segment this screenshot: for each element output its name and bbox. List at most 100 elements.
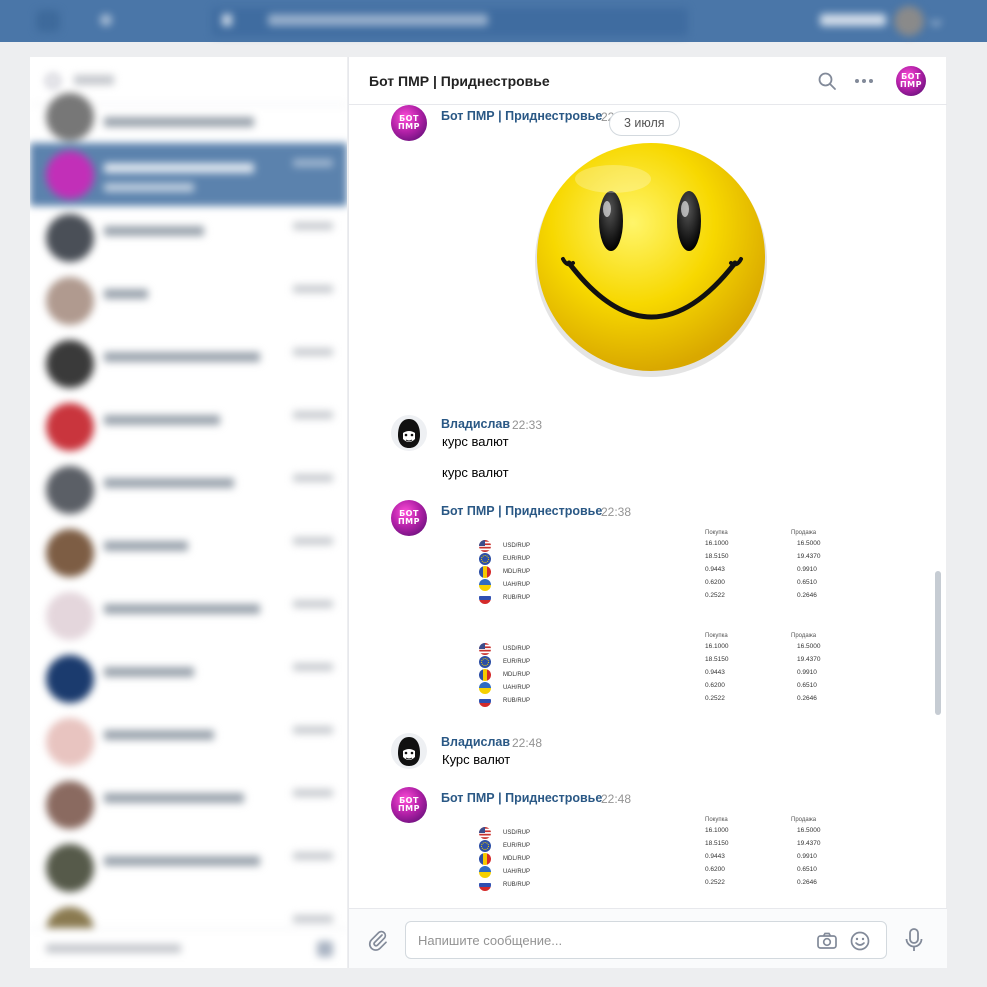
user-avatar[interactable] [391, 733, 427, 769]
md-flag-icon [479, 566, 491, 578]
rate-pair: UAH/RUP [503, 582, 531, 588]
us-flag-icon [479, 643, 491, 655]
feed-scrollbar[interactable] [935, 571, 941, 715]
message-author[interactable]: Владислав [441, 735, 510, 749]
message-composer [349, 908, 947, 968]
rate-buy: 0.6200 [705, 682, 725, 689]
dialog-item[interactable] [30, 269, 347, 332]
dialog-item[interactable] [30, 773, 347, 836]
rates-row: UAH/RUP 0.6200 0.6510 [479, 866, 839, 879]
rates-table[interactable]: Покупка Продажа USD/RUP 16.1000 16.5000 EUR/R… [479, 633, 839, 723]
dialog-item[interactable] [30, 395, 347, 458]
anonymous-mask-icon [398, 419, 420, 448]
message-text: курс валют [442, 465, 509, 480]
rate-buy: 0.6200 [705, 866, 725, 873]
rate-pair: USD/RUP [503, 646, 531, 652]
rate-sell: 16.5000 [797, 827, 821, 834]
notifications-icon[interactable] [100, 14, 112, 26]
message-author[interactable]: Владислав [441, 417, 510, 431]
rate-buy: 0.9443 [705, 853, 725, 860]
rate-pair: UAH/RUP [503, 869, 531, 875]
message-input-box[interactable] [405, 921, 887, 959]
paperclip-icon[interactable] [367, 929, 389, 951]
message-time[interactable]: 22:38 [601, 505, 631, 519]
eu-flag-icon [479, 553, 491, 565]
chevron-down-icon[interactable] [930, 15, 942, 27]
rate-buy: 0.2522 [705, 695, 725, 702]
dialog-item[interactable] [30, 93, 347, 143]
smiley-sticker[interactable] [531, 139, 771, 379]
bot-avatar[interactable]: БОТ ПМР [391, 105, 427, 141]
rate-pair: USD/RUP [503, 830, 531, 836]
message-author[interactable]: Бот ПМР | Приднестровье [441, 791, 602, 805]
rate-sell: 0.6510 [797, 866, 817, 873]
dialog-item[interactable] [30, 584, 347, 647]
dialog-item[interactable] [30, 710, 347, 773]
rate-sell: 0.6510 [797, 682, 817, 689]
rate-sell: 0.6510 [797, 579, 817, 586]
rates-header-sell: Продажа [791, 817, 817, 823]
user-avatar[interactable] [391, 415, 427, 451]
message-time[interactable]: 22:33 [512, 418, 542, 432]
us-flag-icon [479, 540, 491, 552]
rate-sell: 0.2646 [797, 695, 817, 702]
rate-sell: 0.2646 [797, 592, 817, 599]
message-time[interactable]: 22:48 [512, 736, 542, 750]
eu-flag-icon [479, 840, 491, 852]
settings-icon[interactable] [317, 941, 333, 957]
date-separator: 3 июля [609, 111, 680, 136]
dialog-item-active[interactable] [30, 143, 347, 206]
rates-row: UAH/RUP 0.6200 0.6510 [479, 682, 839, 695]
rate-pair: RUB/RUP [503, 595, 531, 601]
dialogs-footer[interactable] [30, 928, 347, 968]
now-playing-track[interactable] [268, 14, 488, 26]
rates-table[interactable]: Покупка Продажа USD/RUP 16.1000 16.5000 EUR/R… [479, 817, 839, 907]
rates-table[interactable]: Покупка Продажа USD/RUP 16.1000 16.5000 EUR/R… [479, 530, 839, 620]
chat-avatar[interactable]: БОТ ПМР [896, 66, 926, 96]
bot-avatar[interactable]: БОТ ПМР [391, 500, 427, 536]
user-name[interactable] [820, 14, 886, 26]
message-author[interactable]: Бот ПМР | Приднестровье [441, 504, 602, 518]
more-icon[interactable] [853, 71, 875, 91]
rate-buy: 0.9443 [705, 669, 725, 676]
play-icon[interactable] [222, 14, 232, 26]
dialog-item[interactable] [30, 521, 347, 584]
dialog-item[interactable] [30, 332, 347, 395]
md-flag-icon [479, 669, 491, 681]
rate-pair: MDL/RUP [503, 569, 531, 575]
rate-pair: USD/RUP [503, 543, 531, 549]
dialog-item[interactable] [30, 458, 347, 521]
bot-avatar[interactable]: БОТ ПМР [391, 787, 427, 823]
rate-buy: 0.2522 [705, 879, 725, 886]
rate-buy: 0.9443 [705, 566, 725, 573]
rates-row: UAH/RUP 0.6200 0.6510 [479, 579, 839, 592]
ru-flag-icon [479, 592, 491, 604]
rate-sell: 0.9910 [797, 669, 817, 676]
message-text: Курс валют [442, 752, 511, 767]
rate-sell: 19.4370 [797, 656, 821, 663]
dialogs-list [30, 57, 347, 968]
rates-row: USD/RUP 16.1000 16.5000 [479, 540, 839, 553]
us-flag-icon [479, 827, 491, 839]
message-author[interactable]: Бот ПМР | Приднестровье [441, 109, 602, 123]
rate-sell: 19.4370 [797, 840, 821, 847]
ru-flag-icon [479, 695, 491, 707]
vk-logo-icon[interactable] [36, 10, 60, 32]
microphone-icon[interactable] [903, 927, 925, 953]
message-input[interactable] [418, 931, 798, 949]
ua-flag-icon [479, 866, 491, 878]
rate-buy: 18.5150 [705, 656, 729, 663]
dialog-item[interactable] [30, 647, 347, 710]
dialog-item[interactable] [30, 206, 347, 269]
rate-pair: EUR/RUP [503, 556, 531, 562]
anonymous-mask-icon [398, 737, 420, 766]
message-time[interactable]: 22:48 [601, 792, 631, 806]
ua-flag-icon [479, 579, 491, 591]
rates-header-sell: Продажа [791, 530, 817, 536]
dialog-item[interactable] [30, 836, 347, 899]
chat-title[interactable]: Бот ПМР | Приднестровье [369, 73, 550, 89]
camera-icon[interactable] [816, 931, 838, 951]
search-icon[interactable] [817, 71, 837, 91]
emoji-icon[interactable] [849, 930, 871, 952]
user-avatar[interactable] [894, 6, 924, 36]
